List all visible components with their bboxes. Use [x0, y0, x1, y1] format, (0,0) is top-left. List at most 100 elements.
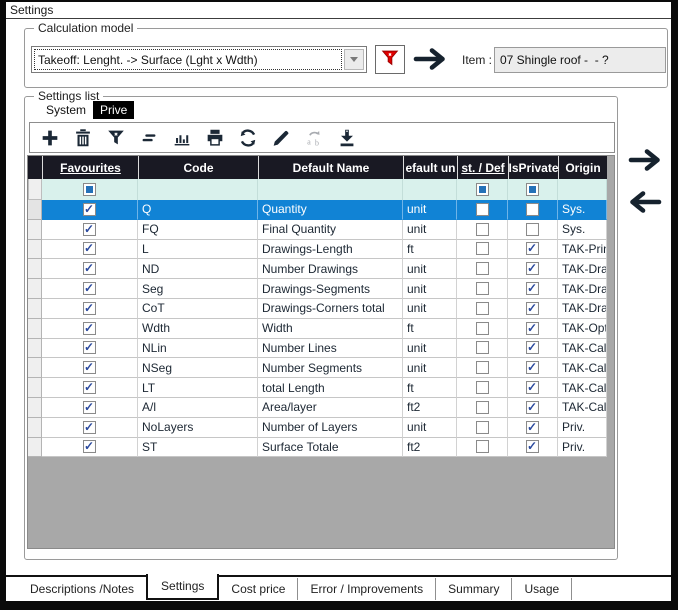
favourite-checkbox[interactable] — [83, 381, 96, 394]
column-header-default-unit[interactable]: efault un — [403, 156, 457, 179]
isprivate-checkbox[interactable] — [526, 381, 539, 394]
cust-def-checkbox[interactable] — [476, 203, 489, 216]
favourite-checkbox[interactable] — [83, 401, 96, 414]
isprivate-checkbox[interactable] — [526, 262, 539, 275]
table-row[interactable]: NoLayersNumber of LayersunitPriv. — [28, 418, 607, 438]
favourites-filter-checkbox[interactable] — [83, 183, 96, 196]
chart-icon[interactable] — [170, 126, 194, 150]
print-icon[interactable] — [203, 126, 227, 150]
cust-def-checkbox[interactable] — [476, 341, 489, 354]
isprivate-checkbox[interactable] — [526, 203, 539, 216]
table-row[interactable]: CoTDrawings-Corners totalunitTAK-Draw — [28, 299, 607, 319]
isprivate-filter-checkbox[interactable] — [526, 183, 539, 196]
isprivate-checkbox[interactable] — [526, 421, 539, 434]
cell-favourite — [42, 378, 138, 398]
isprivate-checkbox[interactable] — [526, 282, 539, 295]
cell-origin: Priv. — [558, 418, 607, 438]
favourite-checkbox[interactable] — [83, 203, 96, 216]
tab-cost-price[interactable]: Cost price — [219, 578, 298, 600]
cell-code: Seg — [138, 279, 258, 299]
cust-def-checkbox[interactable] — [476, 282, 489, 295]
column-header-rowselector — [28, 156, 42, 179]
cust-def-checkbox[interactable] — [476, 262, 489, 275]
move-left-arrow[interactable] — [628, 190, 662, 219]
column-header-code[interactable]: Code — [138, 156, 258, 179]
cust-def-checkbox[interactable] — [476, 421, 489, 434]
isprivate-checkbox[interactable] — [526, 302, 539, 315]
cell-code: ST — [138, 438, 258, 458]
favourite-checkbox[interactable] — [83, 223, 96, 236]
column-header-isprivate[interactable]: IsPrivate — [508, 156, 558, 179]
table-row[interactable]: FQFinal QuantityunitSys. — [28, 220, 607, 240]
isprivate-checkbox[interactable] — [526, 223, 539, 236]
refresh-icon[interactable] — [236, 126, 260, 150]
delete-icon[interactable] — [71, 126, 95, 150]
table-row[interactable]: WdthWidthftTAK-Opti — [28, 319, 607, 339]
filter-icon[interactable] — [104, 126, 128, 150]
cust-def-filter-checkbox[interactable] — [476, 183, 489, 196]
favourite-checkbox[interactable] — [83, 421, 96, 434]
cell-default-unit: ft — [403, 240, 457, 260]
isprivate-checkbox[interactable] — [526, 341, 539, 354]
tab-prive[interactable]: Prive — [93, 101, 134, 119]
cust-def-checkbox[interactable] — [476, 223, 489, 236]
cell-default-name: Surface Totale — [258, 438, 403, 458]
tab-error-improvements[interactable]: Error / Improvements — [298, 578, 436, 600]
cust-def-checkbox[interactable] — [476, 381, 489, 394]
rename-icon[interactable]: a b — [302, 126, 326, 150]
table-row[interactable]: LTtotal LengthftTAK-Calc — [28, 378, 607, 398]
table-row[interactable]: NSegNumber SegmentsunitTAK-Calc — [28, 358, 607, 378]
isprivate-checkbox[interactable] — [526, 361, 539, 374]
isprivate-checkbox[interactable] — [526, 242, 539, 255]
tab-descriptions-notes[interactable]: Descriptions /Notes — [18, 578, 146, 600]
apply-model-arrow-icon[interactable] — [413, 47, 447, 76]
cell-code: L — [138, 240, 258, 260]
favourite-checkbox[interactable] — [83, 322, 96, 335]
table-row[interactable]: NLinNumber LinesunitTAK-Calc — [28, 339, 607, 359]
tab-settings[interactable]: Settings — [146, 574, 219, 600]
table-row[interactable]: STSurface Totaleft2Priv. — [28, 438, 607, 458]
isprivate-checkbox[interactable] — [526, 322, 539, 335]
edit-icon[interactable] — [269, 126, 293, 150]
cust-def-checkbox[interactable] — [476, 440, 489, 453]
favourite-checkbox[interactable] — [83, 440, 96, 453]
add-icon[interactable] — [38, 126, 62, 150]
tab-usage[interactable]: Usage — [512, 578, 572, 600]
settings-panel: Settings Calculation model Takeoff: Leng… — [6, 2, 671, 601]
favourite-checkbox[interactable] — [83, 361, 96, 374]
cust-def-checkbox[interactable] — [476, 361, 489, 374]
table-row[interactable]: QQuantityunitSys. — [28, 200, 607, 220]
remove-icon[interactable] — [137, 126, 161, 150]
favourite-checkbox[interactable] — [83, 242, 96, 255]
cust-def-checkbox[interactable] — [476, 401, 489, 414]
cust-def-checkbox[interactable] — [476, 242, 489, 255]
page-title: Settings — [6, 2, 671, 19]
filter-cell-default-unit — [403, 179, 457, 200]
table-row[interactable]: LDrawings-LengthftTAK-Princ — [28, 240, 607, 260]
calculation-model-combobox[interactable]: Takeoff: Lenght. -> Surface (Lght x Wdth… — [31, 46, 367, 73]
cell-default-unit: unit — [403, 279, 457, 299]
column-header-origin[interactable]: Origin — [558, 156, 607, 179]
cust-def-checkbox[interactable] — [476, 302, 489, 315]
tab-system[interactable]: System — [39, 101, 93, 119]
cell-default-name: Area/layer — [258, 398, 403, 418]
isprivate-checkbox[interactable] — [526, 401, 539, 414]
favourite-checkbox[interactable] — [83, 302, 96, 315]
favourite-checkbox[interactable] — [83, 262, 96, 275]
column-header-default-name[interactable]: Default Name — [258, 156, 403, 179]
column-header-favourites[interactable]: Favourites — [42, 156, 138, 179]
table-row[interactable]: A/lArea/layerft2TAK-Calc — [28, 398, 607, 418]
isprivate-checkbox[interactable] — [526, 440, 539, 453]
column-header-cust-def[interactable]: st. / Def — [457, 156, 508, 179]
cust-def-checkbox[interactable] — [476, 322, 489, 335]
table-row[interactable]: SegDrawings-SegmentsunitTAK-Draw — [28, 279, 607, 299]
move-right-arrow[interactable] — [628, 148, 662, 177]
svg-text:b: b — [315, 138, 319, 147]
tab-summary[interactable]: Summary — [436, 578, 512, 600]
chevron-down-icon[interactable] — [344, 49, 364, 70]
favourite-checkbox[interactable] — [83, 282, 96, 295]
favourite-checkbox[interactable] — [83, 341, 96, 354]
table-row[interactable]: NDNumber DrawingsunitTAK-Draw — [28, 259, 607, 279]
model-filter-button[interactable] — [375, 45, 405, 74]
import-icon[interactable] — [335, 126, 359, 150]
